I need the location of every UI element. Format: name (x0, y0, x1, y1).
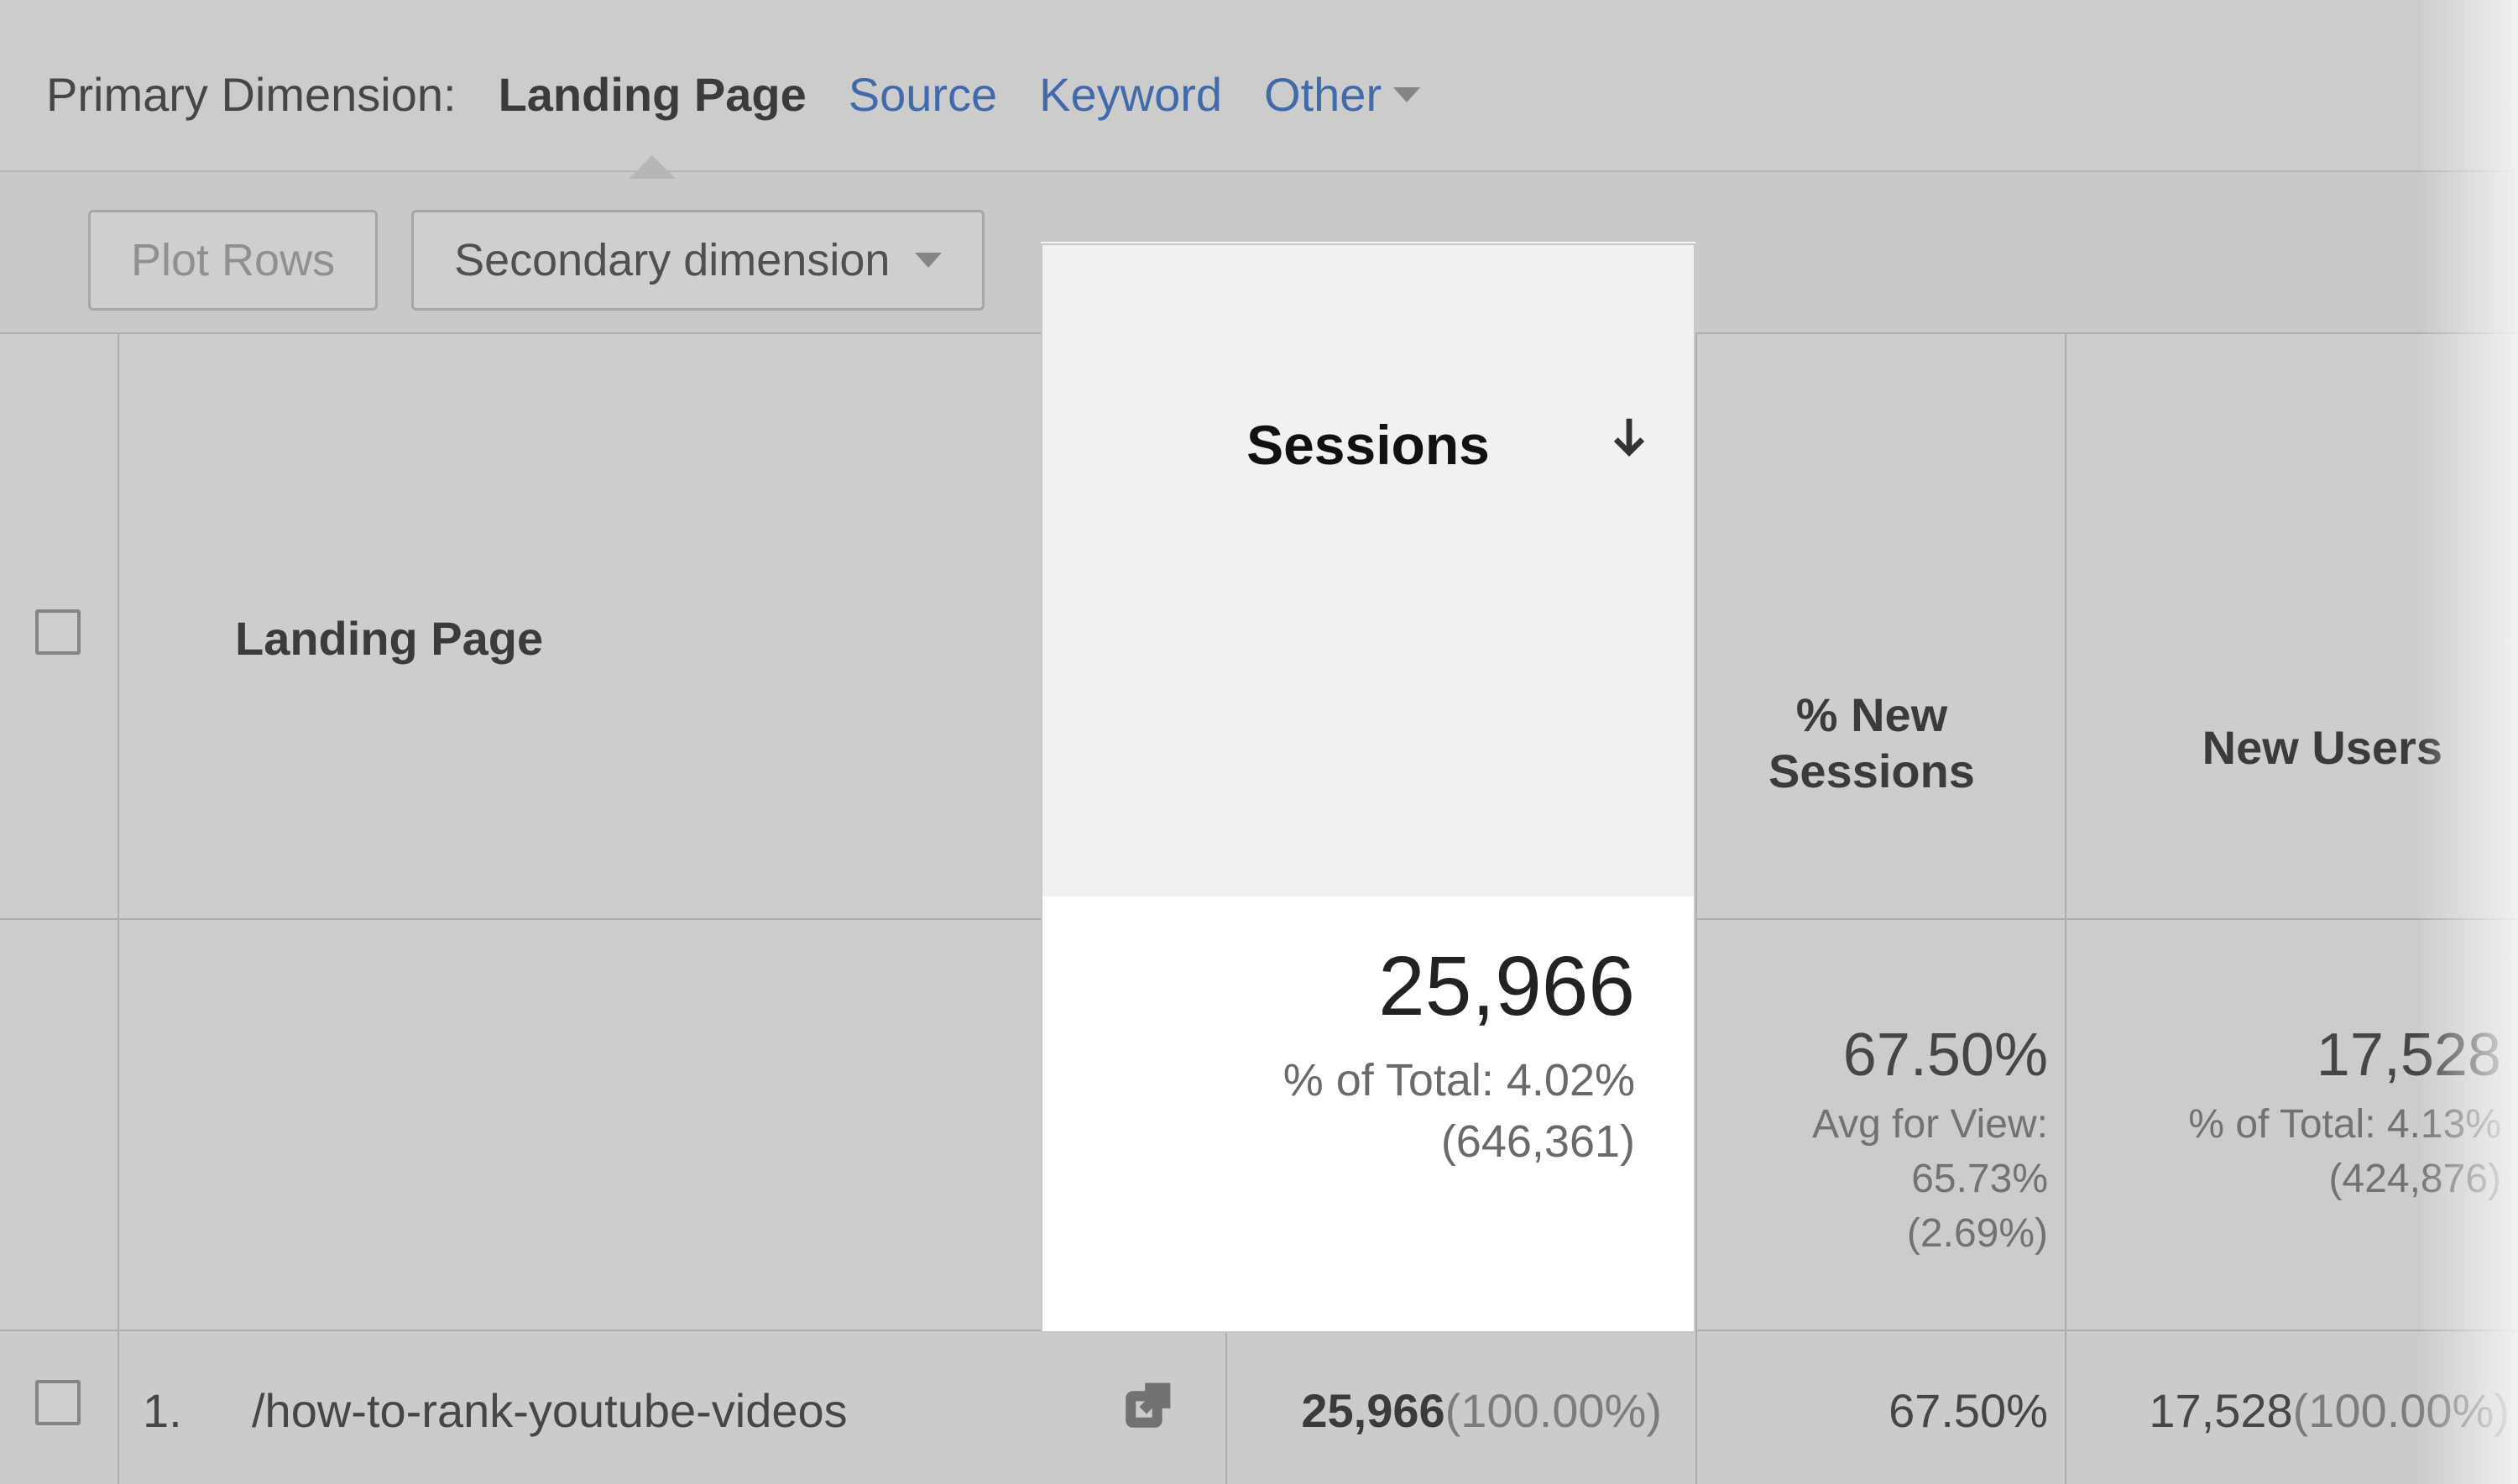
sessions-header-label: Sessions (1246, 413, 1490, 477)
summary-pct-new-sessions-cell: 67.50% Avg for View: 65.73% (2.69%) (1704, 1021, 2056, 1261)
row-new-users-cell: 17,528(100.00%) (2073, 1383, 2510, 1438)
data-table: Landing Page Sessions % New Sessions New… (0, 332, 2518, 1484)
row-sessions-cell: 25,966(100.00%) (1074, 1383, 1662, 1438)
summary-new-users-cell: 17,528 % of Total: 4.13% (424,876) (2082, 1021, 2510, 1207)
summary-pct-new-sessions-sub1: Avg for View: (1812, 1102, 2048, 1147)
table-row: 1. /how-to-rank-youtube-videos 25,966(10… (0, 1331, 2518, 1484)
table-header-row: Landing Page Sessions % New Sessions New… (0, 332, 2518, 920)
summary-sessions-value: 25,966 (1378, 938, 1635, 1035)
row-index: 1. (143, 1383, 182, 1438)
sort-descending-icon (1606, 413, 1652, 470)
summary-new-users-value: 17,528 (2082, 1021, 2501, 1089)
plot-rows-button[interactable]: Plot Rows (88, 210, 378, 311)
plot-rows-label: Plot Rows (131, 234, 335, 286)
summary-pct-new-sessions-sub3: (2.69%) (1907, 1211, 2048, 1256)
column-header-new-users[interactable]: New Users (2073, 720, 2493, 775)
dimension-tab-other[interactable]: Other (1264, 67, 1420, 122)
row-new-users-pct: (100.00%) (2293, 1384, 2510, 1437)
table-summary-row: 25,966 % of Total: 4.02% (646,361) 67.50… (0, 920, 2518, 1331)
dimension-tab-keyword[interactable]: Keyword (1039, 67, 1222, 122)
summary-sessions-sub1: % of Total: 4.02% (1283, 1055, 1635, 1105)
dimension-other-label: Other (1264, 67, 1382, 122)
dimension-tab-source[interactable]: Source (849, 67, 997, 122)
caret-down-icon (915, 253, 942, 268)
row-sessions-pct: (100.00%) (1445, 1384, 1662, 1437)
caret-down-icon (1393, 87, 1420, 102)
summary-new-users-sub1: % of Total: 4.13% (2188, 1102, 2501, 1147)
primary-dimension-bar: Primary Dimension: Landing Page Source K… (0, 0, 2518, 172)
summary-sessions-sub2: (646,361) (1441, 1116, 1635, 1167)
summary-sessions-cell: 25,966 % of Total: 4.02% (646,361) (1041, 896, 1695, 1333)
row-landing-page[interactable]: /how-to-rank-youtube-videos (252, 1383, 848, 1438)
secondary-dimension-dropdown[interactable]: Secondary dimension (411, 210, 985, 311)
summary-new-users-sub2: (424,876) (2329, 1157, 2501, 1201)
row-pct-new-sessions-cell: 67.50% (1712, 1383, 2048, 1438)
row-new-users-value: 17,528 (2149, 1384, 2292, 1437)
primary-dimension-label: Primary Dimension: (46, 67, 457, 122)
table-controls: Plot Rows Secondary dimension (88, 210, 985, 311)
column-header-pct-new-sessions[interactable]: % New Sessions (1704, 687, 2040, 799)
secondary-dimension-label: Secondary dimension (454, 234, 890, 286)
dimension-tab-landing-page[interactable]: Landing Page (499, 67, 807, 122)
select-all-checkbox[interactable] (35, 609, 81, 655)
column-header-sessions[interactable]: Sessions (1041, 243, 1695, 898)
summary-pct-new-sessions-value: 67.50% (1704, 1021, 2048, 1089)
row-sessions-value: 25,966 (1301, 1384, 1444, 1437)
row-checkbox[interactable] (35, 1380, 81, 1425)
summary-pct-new-sessions-sub2: 65.73% (1911, 1157, 2048, 1201)
column-header-landing-page[interactable]: Landing Page (235, 611, 543, 666)
